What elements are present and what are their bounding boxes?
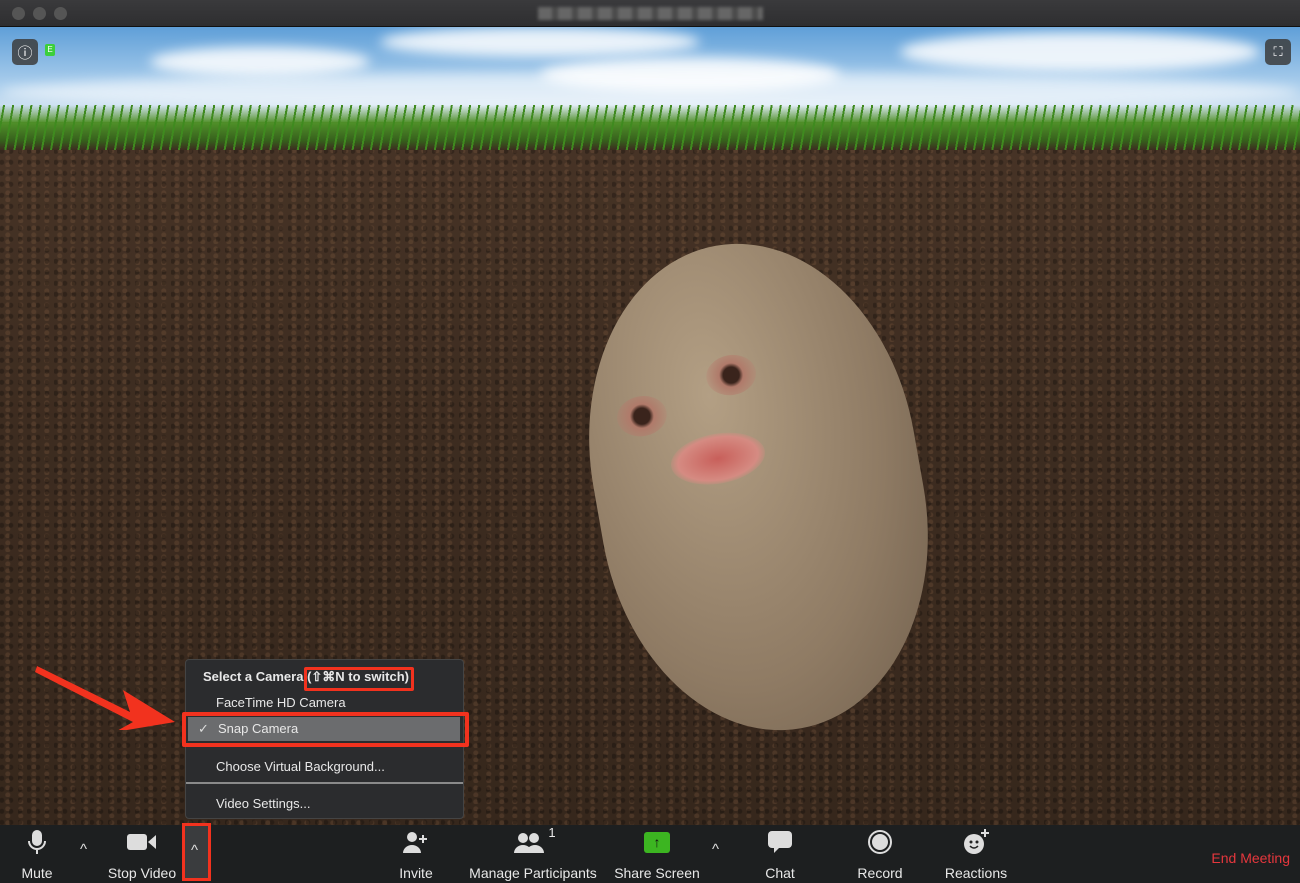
zoom-window-button[interactable]: [54, 7, 67, 20]
menu-item-virtual-background[interactable]: Choose Virtual Background...: [186, 755, 463, 779]
smiley-plus-icon: [962, 825, 990, 859]
chat-bubble-icon: [767, 825, 793, 859]
fullscreen-icon[interactable]: ⛶: [1265, 39, 1291, 65]
record-button[interactable]: Record: [850, 825, 910, 883]
share-screen-button[interactable]: ↑ Share Screen: [612, 825, 702, 883]
add-user-icon: [403, 825, 429, 859]
stop-video-button[interactable]: Stop Video: [102, 825, 182, 883]
reactions-button[interactable]: Reactions: [940, 825, 1012, 883]
share-options-caret[interactable]: ^: [712, 841, 719, 858]
grass-band: [0, 105, 1300, 150]
video-camera-icon: [127, 825, 157, 859]
video-options-caret[interactable]: ^: [182, 823, 211, 881]
lock-icon[interactable]: E: [45, 44, 55, 56]
participant-count: 1: [548, 824, 556, 840]
manage-participants-button[interactable]: 1 Manage Participants: [466, 825, 600, 883]
record-icon: [867, 825, 893, 859]
mute-button[interactable]: Mute: [12, 825, 62, 883]
info-icon[interactable]: ⓘ: [12, 39, 38, 65]
microphone-icon: [27, 825, 47, 859]
camera-menu: Select a Camera (⇧⌘N to switch) FaceTime…: [182, 659, 469, 819]
audio-options-caret[interactable]: ^: [80, 841, 87, 858]
share-screen-icon: ↑: [644, 825, 670, 859]
menu-item-video-settings[interactable]: Video Settings...: [186, 792, 463, 816]
minimize-window-button[interactable]: [33, 7, 46, 20]
red-arrow-annotation: [35, 666, 175, 730]
meeting-toolbar: Mute ^ Stop Video ^ Invite 1 Manage Part…: [0, 823, 1300, 883]
end-meeting-button[interactable]: End Meeting: [1211, 850, 1290, 866]
snap-camera-highlight: [182, 712, 469, 747]
invite-button[interactable]: Invite: [390, 825, 442, 883]
participants-icon: 1: [514, 825, 556, 859]
menu-divider: [186, 782, 463, 784]
chat-button[interactable]: Chat: [755, 825, 805, 883]
potato-face: [555, 217, 962, 757]
menu-header: Select a Camera (: [203, 669, 312, 684]
title-bar: [0, 0, 1300, 27]
window-title-blurred: [538, 7, 763, 20]
close-window-button[interactable]: [12, 7, 25, 20]
shortcut-highlight: [304, 667, 414, 691]
